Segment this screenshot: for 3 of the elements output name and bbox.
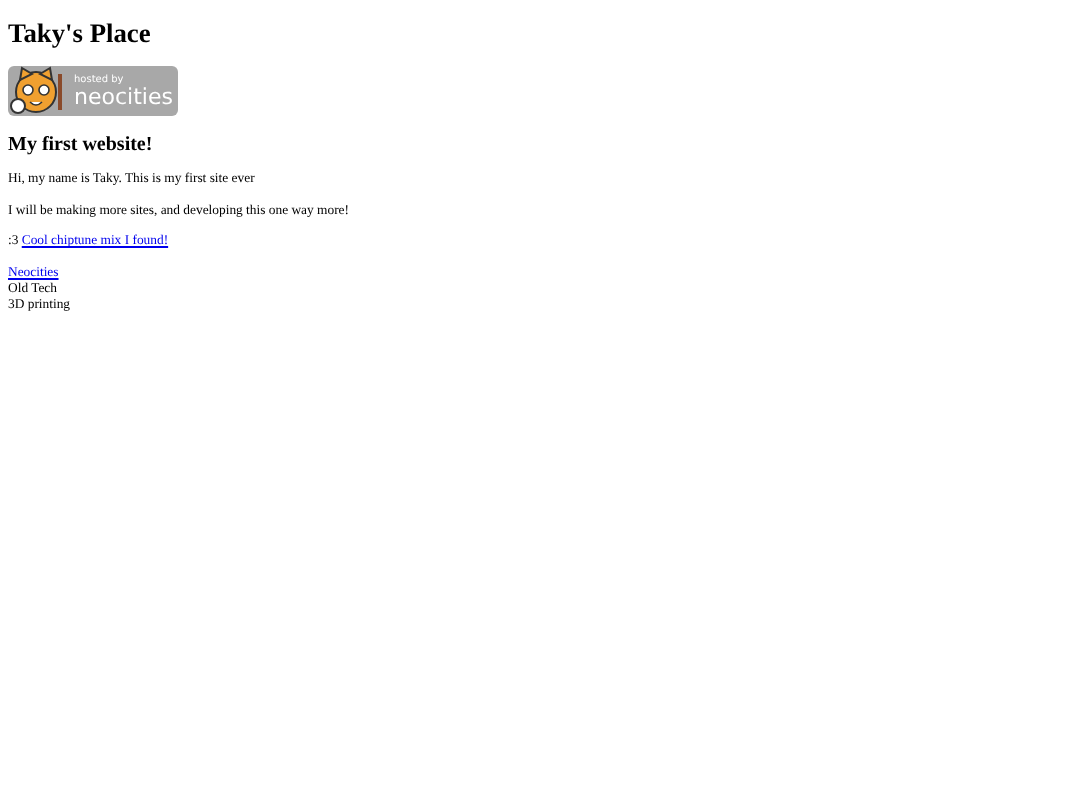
- page-title: Taky's Place: [8, 18, 153, 50]
- section-heading: My first website!: [8, 134, 155, 156]
- badge-logo-text: neocities: [74, 85, 173, 107]
